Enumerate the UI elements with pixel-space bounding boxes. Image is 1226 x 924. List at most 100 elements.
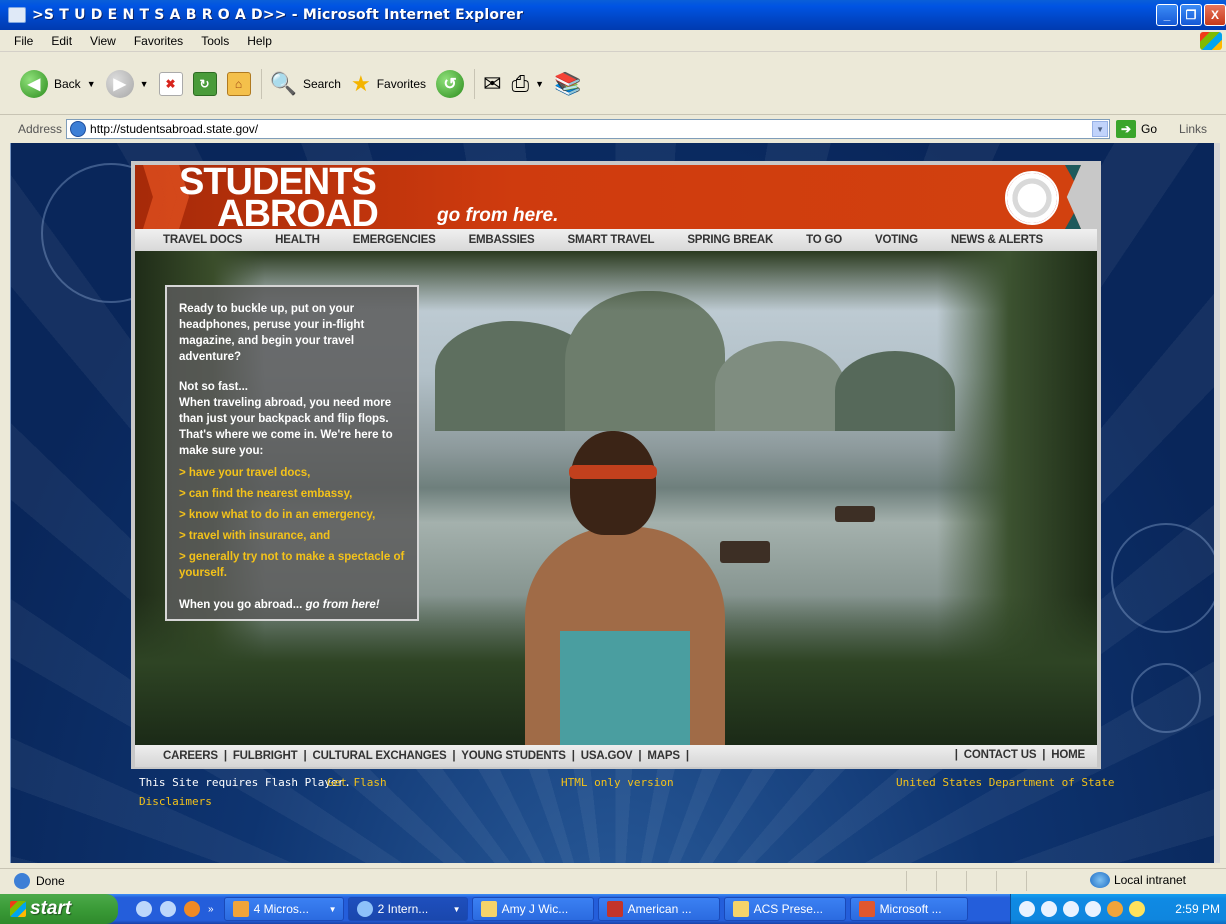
forward-button[interactable]: ▶ ▼ xyxy=(105,69,149,98)
go-button[interactable]: ➔ Go xyxy=(1116,120,1157,138)
forward-dropdown-icon[interactable]: ▼ xyxy=(140,79,149,89)
research-button[interactable]: 📚 xyxy=(554,71,581,97)
restore-button[interactable]: ❐ xyxy=(1180,4,1202,26)
traveler xyxy=(525,431,735,745)
arrow-tray-icon[interactable] xyxy=(1063,901,1079,917)
boat xyxy=(835,506,875,522)
address-label: Address xyxy=(18,122,63,136)
toolbar: ◀ Back ▼ ▶ ▼ ✖ ↻ ⌂ 🔍 Search ★ Favorites … xyxy=(0,53,1226,115)
history-button[interactable]: ↺ xyxy=(436,69,465,98)
start-label: start xyxy=(30,898,72,919)
html-only-link[interactable]: HTML only version xyxy=(561,776,674,789)
nav-embassies[interactable]: EMBASSIES xyxy=(469,234,535,246)
alert-tray-icon[interactable] xyxy=(1129,901,1145,917)
quicklaunch-more-icon[interactable]: » xyxy=(208,904,214,915)
status-pane xyxy=(1026,871,1056,891)
nav-spring-break[interactable]: SPRING BREAK xyxy=(687,234,773,246)
nav-smart-travel[interactable]: SMART TRAVEL xyxy=(568,234,655,246)
swirl-decoration xyxy=(1111,523,1220,633)
intro-panel: Ready to buckle up, put on your headphon… xyxy=(165,285,419,621)
ie-window-icon[interactable] xyxy=(8,7,26,23)
windows-logo-icon xyxy=(1200,32,1222,50)
bullet-spectacle: > generally try not to make a spectacle … xyxy=(179,551,405,579)
favorites-button[interactable]: ★ Favorites xyxy=(351,71,426,97)
minimize-button[interactable]: _ xyxy=(1156,4,1178,26)
footer-links-right[interactable]: | CONTACT US | HOME xyxy=(955,749,1085,761)
favorites-label: Favorites xyxy=(376,76,427,91)
task-american[interactable]: American ... xyxy=(597,897,720,921)
status-pane xyxy=(966,871,996,891)
menu-help[interactable]: Help xyxy=(247,34,272,48)
clock[interactable]: 2:59 PM xyxy=(1175,902,1220,916)
links-toolbar[interactable]: Links xyxy=(1179,122,1207,136)
nav-voting[interactable]: VOTING xyxy=(875,234,918,246)
address-dropdown-icon[interactable]: ▼ xyxy=(1092,121,1109,137)
task-label: Microsoft ... xyxy=(879,902,942,916)
stop-button[interactable]: ✖ xyxy=(158,71,183,96)
search-button[interactable]: 🔍 Search xyxy=(270,71,341,97)
print-button[interactable]: ⎙ ▼ xyxy=(512,71,545,97)
not-so-fast: Not so fast... xyxy=(179,381,249,393)
nav-news-alerts[interactable]: NEWS & ALERTS xyxy=(951,234,1043,246)
home-button[interactable]: ⌂ xyxy=(226,71,251,96)
footer-links-left[interactable]: CAREERS | FULBRIGHT | CULTURAL EXCHANGES… xyxy=(163,750,689,762)
menu-tools[interactable]: Tools xyxy=(201,34,229,48)
disclaimers-link[interactable]: Disclaimers xyxy=(139,795,212,808)
menu-edit[interactable]: Edit xyxy=(51,34,72,48)
page-status-icon xyxy=(14,872,30,889)
status-text: Done xyxy=(36,873,65,888)
print-dropdown-icon[interactable]: ▼ xyxy=(535,79,544,89)
status-bar: Done Local intranet xyxy=(0,868,1226,892)
back-arrow-icon: ◀ xyxy=(20,69,48,98)
go-arrow-icon: ➔ xyxy=(1116,120,1137,138)
app-quicklaunch-icon[interactable] xyxy=(184,901,200,917)
address-input[interactable] xyxy=(90,121,1081,137)
mail-button[interactable]: ✉ xyxy=(483,71,501,97)
back-dropdown-icon[interactable]: ▼ xyxy=(87,79,96,89)
task-acs-prese[interactable]: ACS Prese... xyxy=(723,897,846,921)
app-tray-icon[interactable] xyxy=(1107,901,1123,917)
refresh-button[interactable]: ↻ xyxy=(192,71,217,96)
vertical-scrollbar[interactable] xyxy=(1214,143,1220,863)
traveler-headband xyxy=(569,465,657,479)
mail-tray-icon[interactable] xyxy=(1085,901,1101,917)
menu-file[interactable]: File xyxy=(14,34,33,48)
star-icon: ★ xyxy=(350,70,371,96)
status-pane xyxy=(906,871,936,891)
task-internet-explorer[interactable]: 2 Intern... ▼ xyxy=(347,897,468,921)
menu-view[interactable]: View xyxy=(90,34,116,48)
ie-icon xyxy=(356,901,373,917)
nav-to-go[interactable]: TO GO xyxy=(806,234,842,246)
back-button[interactable]: ◀ Back ▼ xyxy=(20,69,96,98)
zone-label: Local intranet xyxy=(1113,873,1186,887)
show-desktop-icon[interactable] xyxy=(136,901,152,917)
task-amy-j-wic[interactable]: Amy J Wic... xyxy=(471,897,594,921)
stop-icon: ✖ xyxy=(158,71,183,96)
task-microsoft[interactable]: Microsoft ... xyxy=(849,897,968,921)
start-button[interactable]: start xyxy=(0,894,118,924)
window-controls: _ ❐ X xyxy=(1156,4,1226,26)
body-text: When traveling abroad, you need more tha… xyxy=(179,397,393,457)
help-tray-icon[interactable] xyxy=(1019,901,1035,917)
forward-arrow-icon: ▶ xyxy=(105,69,134,98)
closing-lead: When you go abroad... xyxy=(179,599,303,611)
bullet-insurance: > travel with insurance, and xyxy=(179,530,331,542)
network-tray-icon[interactable] xyxy=(1041,901,1057,917)
search-label: Search xyxy=(302,76,341,91)
nav-travel-docs[interactable]: TRAVEL DOCS xyxy=(163,234,242,246)
ie-quicklaunch-icon[interactable] xyxy=(160,901,176,917)
task-microsoft-office[interactable]: 4 Micros... ▼ xyxy=(223,897,344,921)
bullet-travel-docs: > have your travel docs, xyxy=(179,467,311,479)
status-pane xyxy=(936,871,966,891)
security-zone[interactable]: Local intranet xyxy=(1089,872,1186,888)
state-dept-link[interactable]: United States Department of State xyxy=(896,776,1115,789)
close-button[interactable]: X xyxy=(1204,4,1226,26)
get-flash-link[interactable]: Get Flash xyxy=(327,776,387,789)
nav-health[interactable]: HEALTH xyxy=(275,234,320,246)
closing-em: go from here! xyxy=(305,599,380,611)
powerpoint-icon xyxy=(858,901,875,917)
menu-favorites[interactable]: Favorites xyxy=(134,34,183,48)
address-field[interactable]: ▼ xyxy=(66,119,1111,139)
nav-emergencies[interactable]: EMERGENCIES xyxy=(353,234,436,246)
quick-launch: » xyxy=(136,901,224,917)
